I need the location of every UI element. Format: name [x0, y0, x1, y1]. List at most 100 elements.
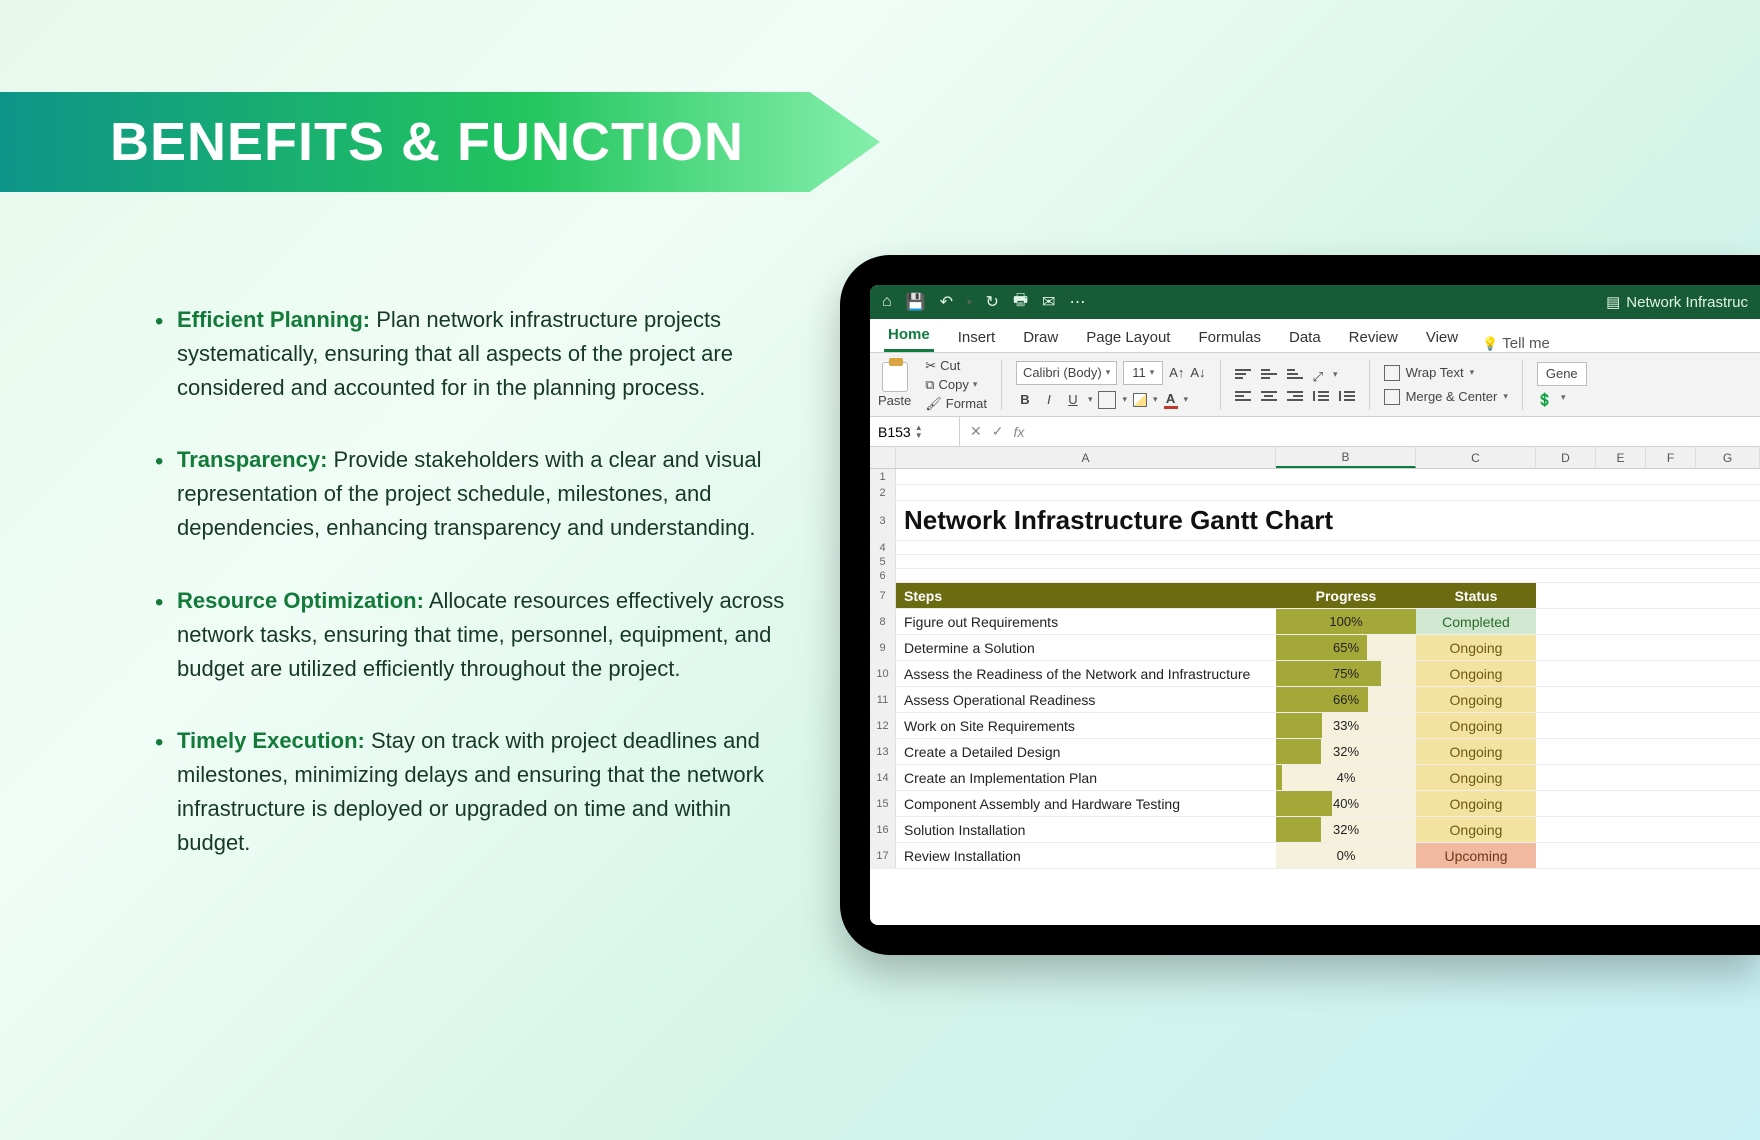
tab-formulas[interactable]: Formulas: [1194, 323, 1265, 352]
font-size-select[interactable]: 11▾: [1123, 361, 1163, 385]
benefit-item: Efficient Planning: Plan network infrast…: [155, 303, 805, 405]
ribbon: Paste ✂Cut ⧉Copy▾ 🖌Format Calibri (Body)…: [870, 353, 1760, 417]
benefits-list: Efficient Planning: Plan network infrast…: [155, 303, 805, 898]
progress-cell: 32%: [1276, 817, 1416, 842]
progress-cell: 65%: [1276, 635, 1416, 660]
column-headers: A B C D E F G: [870, 447, 1760, 469]
progress-cell: 32%: [1276, 739, 1416, 764]
enter-icon[interactable]: ✓: [992, 423, 1004, 440]
clipboard-icon: [882, 362, 908, 392]
copy-icon: ⧉: [925, 377, 934, 393]
col-header[interactable]: B: [1276, 447, 1416, 468]
col-header[interactable]: E: [1596, 447, 1646, 468]
status-cell: Ongoing: [1416, 791, 1536, 816]
merge-label: Merge & Center: [1406, 389, 1498, 404]
print-icon[interactable]: 🖶: [1013, 289, 1028, 316]
cut-button[interactable]: ✂Cut: [925, 358, 987, 374]
table-row[interactable]: 8Figure out Requirements100%Completed: [870, 609, 1760, 635]
mail-icon[interactable]: ✉: [1042, 292, 1055, 312]
currency-icon[interactable]: 💲: [1537, 392, 1553, 408]
tell-me-label: Tell me: [1502, 335, 1550, 352]
merge-center-button[interactable]: Merge & Center▾: [1384, 389, 1508, 405]
col-header[interactable]: G: [1696, 447, 1760, 468]
tab-draw[interactable]: Draw: [1019, 323, 1062, 352]
fill-color-button[interactable]: [1133, 393, 1147, 407]
more-icon[interactable]: ⋯: [1069, 292, 1085, 312]
wrap-label: Wrap Text: [1406, 365, 1464, 380]
tab-view[interactable]: View: [1422, 323, 1462, 352]
status-cell: Ongoing: [1416, 687, 1536, 712]
decrease-font-icon[interactable]: A↓: [1190, 365, 1205, 380]
excel-quick-access: ⌂ 💾 ↶ ▾ ↻ 🖶 ✉ ⋯ ▤ Network Infrastruc: [870, 285, 1760, 319]
undo-icon[interactable]: ↶: [940, 292, 953, 312]
progress-cell: 66%: [1276, 687, 1416, 712]
increase-font-icon[interactable]: A↑: [1169, 365, 1184, 380]
align-center-icon[interactable]: [1261, 391, 1277, 401]
align-middle-icon[interactable]: [1261, 369, 1277, 385]
underline-button[interactable]: U: [1064, 392, 1082, 407]
format-painter-button[interactable]: 🖌Format: [925, 396, 987, 412]
bold-button[interactable]: B: [1016, 392, 1034, 407]
col-header[interactable]: D: [1536, 447, 1596, 468]
col-header[interactable]: F: [1646, 447, 1696, 468]
copy-button[interactable]: ⧉Copy▾: [925, 377, 987, 393]
tab-insert[interactable]: Insert: [954, 323, 1000, 352]
table-row[interactable]: 10Assess the Readiness of the Network an…: [870, 661, 1760, 687]
paste-button[interactable]: Paste: [878, 362, 911, 408]
borders-button[interactable]: [1098, 391, 1116, 409]
tell-me[interactable]: 💡 Tell me: [1482, 335, 1550, 352]
tab-review[interactable]: Review: [1345, 323, 1402, 352]
align-right-icon[interactable]: [1287, 391, 1303, 401]
increase-indent-icon[interactable]: [1339, 391, 1355, 401]
status-cell: Upcoming: [1416, 843, 1536, 868]
align-top-icon[interactable]: [1235, 369, 1251, 385]
step-cell: Figure out Requirements: [896, 609, 1276, 634]
undo-caret-icon[interactable]: ▾: [967, 297, 972, 308]
table-header-progress: Progress: [1276, 583, 1416, 608]
table-row[interactable]: 12Work on Site Requirements33%Ongoing: [870, 713, 1760, 739]
table-row[interactable]: 16Solution Installation32%Ongoing: [870, 817, 1760, 843]
number-format-select[interactable]: Gene: [1537, 362, 1587, 386]
cancel-icon[interactable]: ✕: [970, 423, 982, 440]
header-banner: BENEFITS & FUNCTION: [0, 92, 880, 192]
fx-icon[interactable]: fx: [1013, 424, 1024, 440]
tab-data[interactable]: Data: [1285, 323, 1325, 352]
italic-button[interactable]: I: [1040, 392, 1058, 407]
table-row[interactable]: 14Create an Implementation Plan4%Ongoing: [870, 765, 1760, 791]
select-all-cell[interactable]: [870, 447, 896, 468]
table-row[interactable]: 11Assess Operational Readiness66%Ongoing: [870, 687, 1760, 713]
redo-icon[interactable]: ↻: [986, 292, 999, 312]
save-icon[interactable]: 💾: [906, 292, 926, 312]
table-row[interactable]: 17Review Installation0%Upcoming: [870, 843, 1760, 869]
status-cell: Ongoing: [1416, 765, 1536, 790]
name-box-value: B153: [878, 424, 911, 440]
paste-label: Paste: [878, 393, 911, 408]
col-header[interactable]: A: [896, 447, 1276, 468]
col-header[interactable]: C: [1416, 447, 1536, 468]
tab-page-layout[interactable]: Page Layout: [1082, 323, 1174, 352]
worksheet[interactable]: 1 2 3Network Infrastructure Gantt Chart …: [870, 469, 1760, 925]
status-cell: Ongoing: [1416, 817, 1536, 842]
table-header-status: Status: [1416, 583, 1536, 608]
decrease-indent-icon[interactable]: [1313, 391, 1329, 401]
align-bottom-icon[interactable]: [1287, 369, 1303, 385]
wrap-text-button[interactable]: Wrap Text▾: [1384, 365, 1508, 381]
home-icon[interactable]: ⌂: [882, 293, 892, 311]
name-box[interactable]: B153 ▲▼: [870, 417, 960, 446]
tab-home[interactable]: Home: [884, 320, 934, 352]
orientation-icon[interactable]: ⤢: [1313, 369, 1323, 385]
wrap-icon: [1384, 365, 1400, 381]
benefit-title: Efficient Planning:: [177, 307, 370, 332]
font-family-select[interactable]: Calibri (Body)▾: [1016, 361, 1117, 385]
table-row[interactable]: 9Determine a Solution65%Ongoing: [870, 635, 1760, 661]
align-left-icon[interactable]: [1235, 391, 1251, 401]
font-color-button[interactable]: A: [1164, 391, 1178, 409]
benefit-title: Timely Execution:: [177, 728, 365, 753]
status-cell: Completed: [1416, 609, 1536, 634]
table-row[interactable]: 13Create a Detailed Design32%Ongoing: [870, 739, 1760, 765]
step-cell: Create a Detailed Design: [896, 739, 1276, 764]
sheet-title: Network Infrastructure Gantt Chart: [896, 501, 1416, 540]
cut-label: Cut: [940, 358, 960, 373]
table-row[interactable]: 15Component Assembly and Hardware Testin…: [870, 791, 1760, 817]
step-cell: Assess Operational Readiness: [896, 687, 1276, 712]
